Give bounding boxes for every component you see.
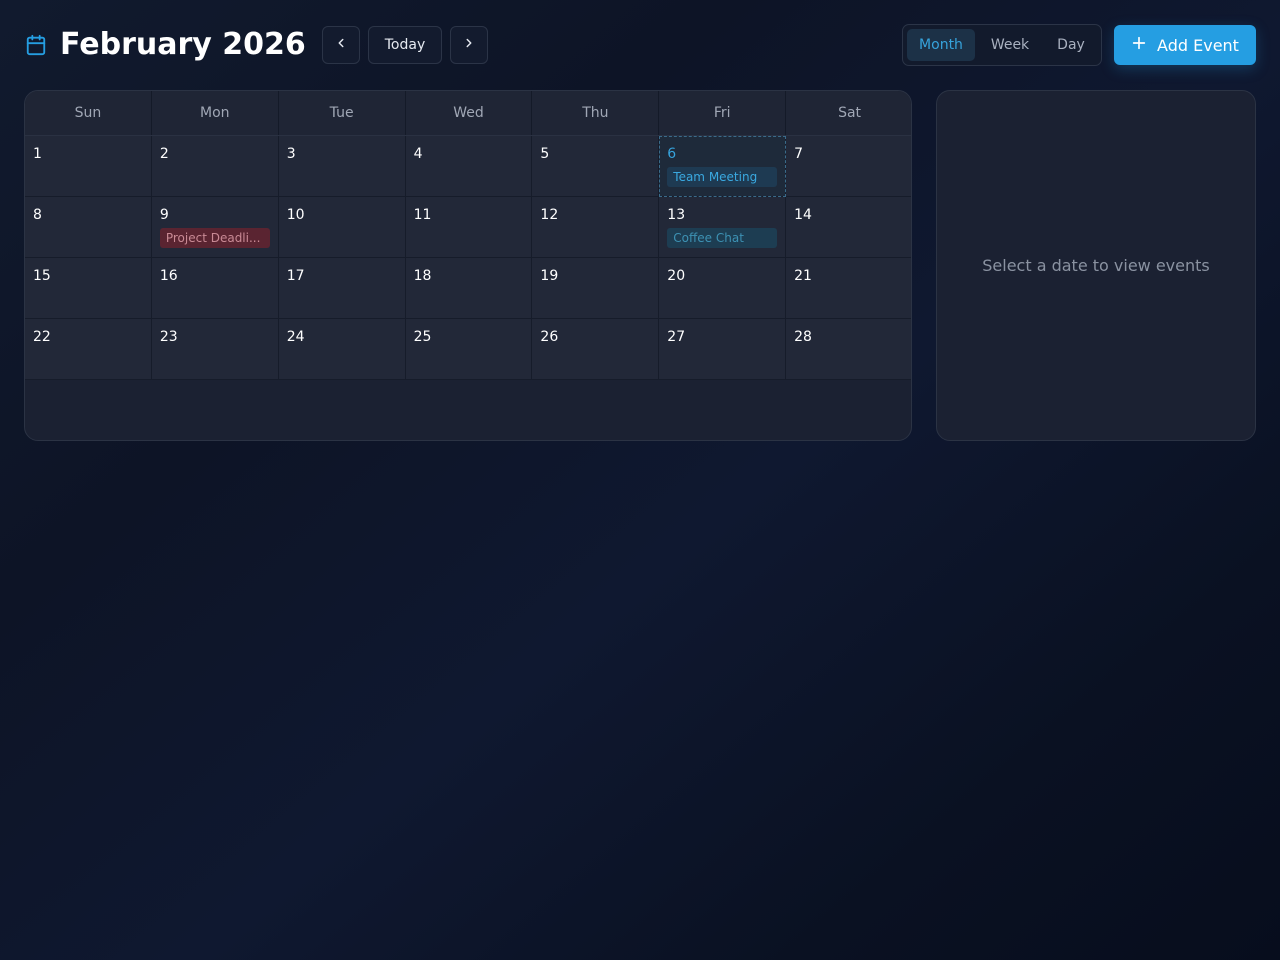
day-cell[interactable]: 13 Coffee Chat xyxy=(659,197,787,258)
add-event-button[interactable]: Add Event xyxy=(1114,25,1256,65)
day-number: 9 xyxy=(159,207,169,223)
day-number: 3 xyxy=(286,146,296,162)
empty-state-message: Select a date to view events xyxy=(982,256,1210,275)
day-cell[interactable]: 4 xyxy=(405,136,533,197)
day-cell[interactable]: 28 xyxy=(786,319,911,380)
plus-icon xyxy=(1131,35,1147,55)
day-cell[interactable]: 23 xyxy=(151,319,279,380)
day-cell[interactable]: 24 xyxy=(278,319,406,380)
day-number: 17 xyxy=(286,268,305,284)
weekday-label: Mon xyxy=(152,91,279,135)
previous-month-button[interactable] xyxy=(322,26,360,64)
weekday-label: Wed xyxy=(406,91,533,135)
day-grid: 1 2 3 4 5 6 Team Meeting 7 8 9 Project D… xyxy=(25,136,911,380)
day-number: 1 xyxy=(33,146,42,162)
day-number: 20 xyxy=(667,268,686,284)
day-number: 4 xyxy=(413,146,423,162)
day-cell[interactable]: 14 xyxy=(786,197,911,258)
day-number: 18 xyxy=(413,268,432,284)
day-cell[interactable]: 19 xyxy=(532,258,660,319)
day-cell[interactable]: 11 xyxy=(405,197,533,258)
day-cell[interactable]: 22 xyxy=(25,319,152,380)
day-cell[interactable]: 7 xyxy=(786,136,911,197)
day-cell[interactable]: 25 xyxy=(405,319,533,380)
day-number: 27 xyxy=(667,329,686,345)
month-calendar: Sun Mon Tue Wed Thu Fri Sat 1 2 3 4 5 6 … xyxy=(24,90,912,441)
day-number: 2 xyxy=(159,146,169,162)
day-number: 12 xyxy=(540,207,559,223)
day-cell[interactable]: 17 xyxy=(278,258,406,319)
chevron-right-icon xyxy=(462,36,476,54)
view-month-button[interactable]: Month xyxy=(907,29,975,61)
day-number: 19 xyxy=(540,268,559,284)
day-number: 6 xyxy=(667,146,677,162)
day-cell[interactable]: 2 xyxy=(151,136,279,197)
day-number: 5 xyxy=(540,146,550,162)
next-month-button[interactable] xyxy=(450,26,488,64)
day-cell[interactable]: 1 xyxy=(25,136,152,197)
day-number: 28 xyxy=(794,329,812,345)
day-cell[interactable]: 15 xyxy=(25,258,152,319)
event-chip[interactable]: Team Meeting xyxy=(667,167,778,187)
day-number: 23 xyxy=(159,329,178,345)
page-title: February 2026 xyxy=(60,27,306,62)
day-number: 22 xyxy=(33,329,51,345)
day-cell[interactable]: 12 xyxy=(532,197,660,258)
day-number: 11 xyxy=(413,207,432,223)
day-cell[interactable]: 8 xyxy=(25,197,152,258)
calendar-icon xyxy=(24,33,48,57)
today-button[interactable]: Today xyxy=(368,26,442,64)
day-number: 7 xyxy=(794,146,804,162)
event-chip[interactable]: Coffee Chat xyxy=(667,228,778,248)
weekday-label: Fri xyxy=(659,91,787,135)
day-cell[interactable]: 16 xyxy=(151,258,279,319)
day-cell[interactable]: 20 xyxy=(659,258,787,319)
weekday-label: Sun xyxy=(25,91,152,135)
day-number: 16 xyxy=(159,268,178,284)
day-number: 25 xyxy=(413,329,432,345)
header: February 2026 Today Month Week Day Add E… xyxy=(24,24,1256,66)
day-cell[interactable]: 10 xyxy=(278,197,406,258)
day-number: 8 xyxy=(33,207,42,223)
day-number: 24 xyxy=(286,329,305,345)
day-number: 15 xyxy=(33,268,51,284)
day-cell-today[interactable]: 6 Team Meeting xyxy=(659,136,787,197)
day-cell[interactable]: 18 xyxy=(405,258,533,319)
day-cell[interactable]: 9 Project Deadli... xyxy=(151,197,279,258)
view-switcher: Month Week Day xyxy=(902,24,1102,66)
day-number: 26 xyxy=(540,329,559,345)
day-number: 13 xyxy=(667,207,686,223)
chevron-left-icon xyxy=(334,36,348,54)
weekday-label: Tue xyxy=(279,91,406,135)
view-day-button[interactable]: Day xyxy=(1043,29,1099,61)
add-event-label: Add Event xyxy=(1157,35,1239,55)
day-cell[interactable]: 27 xyxy=(659,319,787,380)
weekday-label: Sat xyxy=(838,105,862,121)
event-chip[interactable]: Project Deadli... xyxy=(159,228,270,248)
day-cell[interactable]: 26 xyxy=(532,319,660,380)
event-details-panel: Select a date to view events xyxy=(936,90,1256,441)
weekday-header: Sun Mon Tue Wed Thu Fri Sat xyxy=(25,91,911,136)
view-week-button[interactable]: Week xyxy=(979,29,1041,61)
day-cell[interactable]: 5 xyxy=(532,136,660,197)
day-number: 14 xyxy=(794,207,812,223)
day-number: 10 xyxy=(286,207,305,223)
day-number: 21 xyxy=(794,268,812,284)
weekday-label: Thu xyxy=(532,91,660,135)
day-cell[interactable]: 21 xyxy=(786,258,911,319)
day-cell[interactable]: 3 xyxy=(278,136,406,197)
